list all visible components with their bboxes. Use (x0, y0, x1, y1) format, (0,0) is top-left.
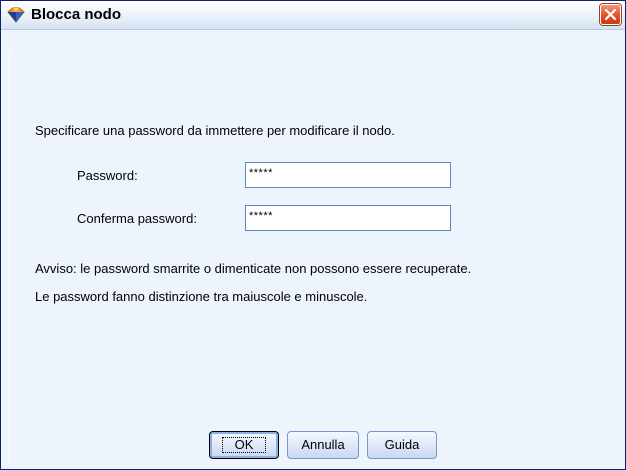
instruction-text: Specificare una password da immettere pe… (35, 123, 395, 138)
confirm-password-field[interactable]: ***** (245, 205, 451, 231)
lock-node-dialog: Blocca nodo Specificare una password da … (0, 0, 626, 470)
node-lock-icon (7, 7, 25, 23)
title-bar[interactable]: Blocca nodo (1, 1, 625, 30)
confirm-password-label: Conferma password: (77, 211, 197, 226)
help-button-label: Guida (384, 437, 420, 452)
warning-text: Avviso: le password smarrite o dimentica… (35, 261, 472, 276)
dialog-content (9, 51, 620, 463)
case-sensitive-note: Le password fanno distinzione tra maiusc… (35, 289, 368, 304)
dialog-title: Blocca nodo (31, 6, 122, 23)
close-icon (604, 8, 617, 21)
password-field[interactable]: ***** (245, 162, 451, 188)
close-button[interactable] (600, 4, 621, 25)
ok-button[interactable]: OK (209, 431, 279, 459)
cancel-button-label: Annulla (301, 437, 345, 452)
help-button[interactable]: Guida (367, 431, 437, 459)
password-label: Password: (77, 168, 138, 183)
cancel-button[interactable]: Annulla (287, 431, 359, 459)
focus-rect (222, 437, 266, 453)
